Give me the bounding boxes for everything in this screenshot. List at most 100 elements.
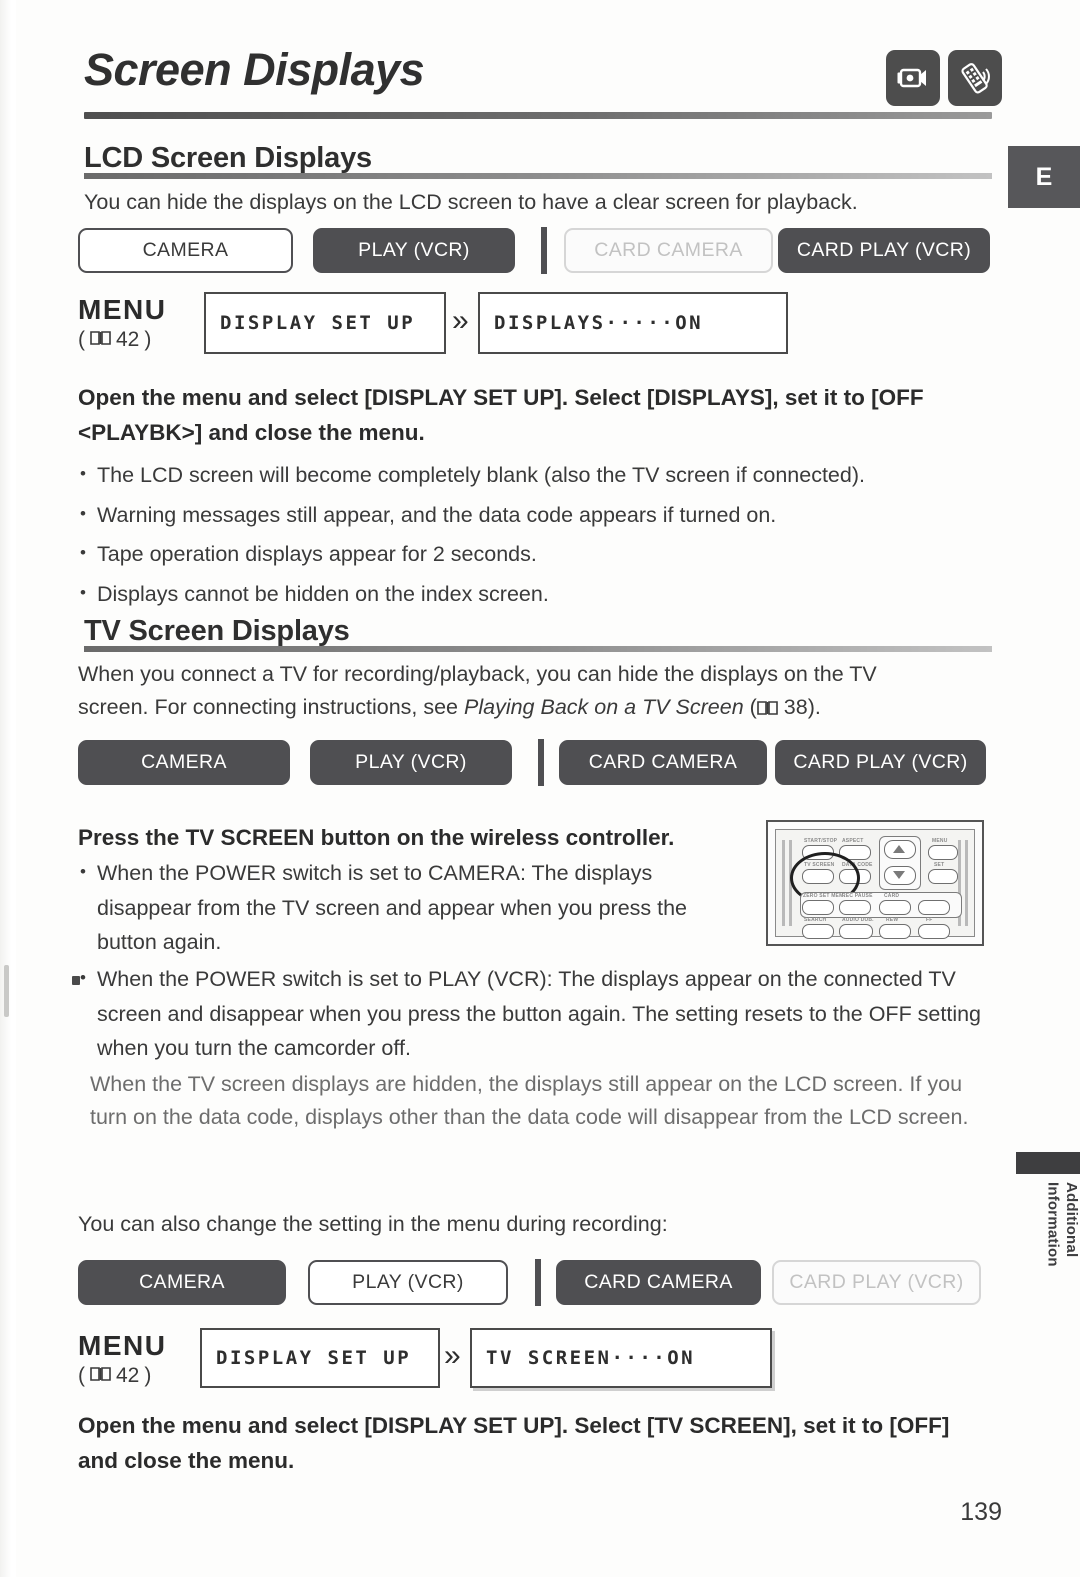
menu-left-box-display-set-up: DISPLAY SET UP bbox=[204, 292, 446, 354]
remote-button-fast-forward[interactable] bbox=[918, 924, 950, 939]
menu-arrow-icon: » bbox=[444, 1339, 461, 1372]
tv-intro-line2: screen. For connecting instructions, see… bbox=[78, 691, 990, 724]
menu-arrow-icon: » bbox=[452, 304, 469, 337]
tv-bullet-play-continued: When the TV screen displays are hidden, … bbox=[90, 1072, 969, 1129]
remote-body: START/STOP ASPECT MENU TV SCREEN DATA CO… bbox=[775, 829, 975, 939]
tv-intro-cross-reference-title: Playing Back on a TV Screen bbox=[464, 695, 744, 719]
remote-rail-right bbox=[965, 840, 968, 926]
mode-button-play-vcr[interactable]: PLAY (VCR) bbox=[310, 740, 512, 785]
mode-button-camera[interactable]: CAMERA bbox=[78, 740, 290, 785]
wireless-controller-illustration: START/STOP ASPECT MENU TV SCREEN DATA CO… bbox=[766, 820, 984, 946]
page-title: Screen Displays bbox=[84, 44, 425, 95]
mode-button-camera[interactable]: CAMERA bbox=[78, 228, 293, 273]
remote-button-label-rec-pause: REC PAUSE bbox=[842, 893, 873, 899]
tv-step-instruction: Press the TV SCREEN button on the wirele… bbox=[78, 825, 675, 850]
mode-row-divider bbox=[535, 1259, 541, 1306]
scan-margin-mark bbox=[4, 965, 9, 1017]
remote-button-search[interactable] bbox=[802, 924, 834, 939]
section-rule-lcd bbox=[84, 173, 992, 179]
mode-button-card-camera[interactable]: CARD CAMERA bbox=[556, 1260, 761, 1305]
list-item: Displays cannot be hidden on the index s… bbox=[78, 576, 990, 612]
scan-edge-artifact bbox=[0, 0, 16, 1577]
menu-ref-number: 42 bbox=[116, 328, 140, 351]
section-heading-tv: TV Screen Displays bbox=[84, 615, 350, 647]
section-heading-lcd: LCD Screen Displays bbox=[84, 142, 372, 174]
remote-button-label-fast-forward: FF bbox=[926, 917, 933, 923]
lcd-step-instruction: Open the menu and select [DISPLAY SET UP… bbox=[78, 385, 924, 445]
list-item: Tape operation displays appear for 2 sec… bbox=[78, 536, 990, 572]
mode-row-divider bbox=[538, 739, 544, 786]
list-item: When the POWER switch is set to PLAY (VC… bbox=[78, 961, 990, 1066]
title-divider bbox=[84, 112, 992, 119]
chevron-up-icon bbox=[893, 845, 905, 853]
mode-button-card-play-vcr[interactable]: CARD PLAY (VCR) bbox=[772, 1260, 981, 1305]
mode-button-camera[interactable]: CAMERA bbox=[78, 1260, 286, 1305]
remote-button-label-aspect: ASPECT bbox=[842, 838, 864, 844]
menu-ref-number: 42 bbox=[116, 1364, 140, 1387]
book-icon bbox=[90, 1364, 111, 1388]
menu-right-box-tv-screen-on: TV SCREEN····ON bbox=[470, 1328, 772, 1388]
remote-button-label-menu: MENU bbox=[932, 838, 948, 844]
chevron-down-icon bbox=[893, 871, 905, 879]
tv-intro-page-number: 38 bbox=[783, 695, 808, 719]
remote-button-card-minus[interactable] bbox=[879, 900, 911, 915]
paren-close: ) bbox=[144, 1364, 152, 1387]
book-icon bbox=[756, 691, 778, 724]
remote-button-label-zero-set-mem: ZERO SET MEM. bbox=[803, 893, 846, 899]
tv-bullet-play: When the POWER switch is set to PLAY (VC… bbox=[78, 961, 990, 1071]
mode-button-card-camera[interactable]: CARD CAMERA bbox=[559, 740, 767, 785]
list-item: The LCD screen will become completely bl… bbox=[78, 457, 990, 493]
tv-intro-paren-close: ). bbox=[807, 695, 821, 719]
section-tab-bar bbox=[1016, 1152, 1080, 1174]
wireless-controller-icon bbox=[948, 50, 1002, 106]
tv-bullet-camera: When the POWER switch is set to CAMERA: … bbox=[78, 855, 748, 965]
list-item: When the POWER switch is set to CAMERA: … bbox=[78, 855, 748, 960]
remote-button-menu[interactable] bbox=[928, 845, 958, 860]
header-icon-group bbox=[886, 50, 1002, 106]
tv-intro-line2-lead: screen. For connecting instructions, see bbox=[78, 695, 464, 719]
list-item: Warning messages still appear, and the d… bbox=[78, 497, 990, 533]
paren-close: ) bbox=[144, 328, 152, 351]
tv-intro-paren-open: ( bbox=[743, 695, 757, 719]
menu-label: MENU bbox=[78, 1330, 167, 1361]
lcd-intro-text: You can hide the displays on the LCD scr… bbox=[84, 190, 858, 214]
lcd-bullet-list: The LCD screen will become completely bl… bbox=[78, 457, 990, 616]
section-rule-tv bbox=[84, 646, 992, 652]
menu-right-box-displays-on: DISPLAYS·····ON bbox=[478, 292, 788, 354]
remote-button-card-plus[interactable] bbox=[918, 900, 950, 915]
menu-block-tv-screen: MENU ( 42 ) DISPLAY SET UP » TV SCREEN··… bbox=[78, 1328, 778, 1388]
menu-block-displays: MENU ( 42 ) DISPLAY SET UP » DISPLAYS···… bbox=[78, 292, 788, 354]
language-tab-e: E bbox=[1008, 146, 1080, 208]
mode-button-card-play-vcr[interactable]: CARD PLAY (VCR) bbox=[778, 228, 990, 273]
menu-intro-text: You can also change the setting in the m… bbox=[78, 1212, 668, 1236]
remote-button-label-set: SET bbox=[934, 862, 945, 868]
paren-open: ( bbox=[78, 1364, 85, 1387]
mode-button-card-camera[interactable]: CARD CAMERA bbox=[564, 228, 773, 273]
manual-page: Screen Displays E Additional Information… bbox=[0, 0, 1080, 1577]
mode-button-play-vcr[interactable]: PLAY (VCR) bbox=[308, 1260, 508, 1305]
tv-menu-step-instruction: Open the menu and select [DISPLAY SET UP… bbox=[78, 1413, 950, 1473]
mode-row-tv-menu: CAMERA PLAY (VCR) CARD CAMERA CARD PLAY … bbox=[78, 1259, 990, 1306]
remote-button-rewind[interactable] bbox=[879, 924, 911, 939]
menu-left-box-display-set-up: DISPLAY SET UP bbox=[200, 1328, 440, 1388]
menu-label: MENU bbox=[78, 294, 167, 325]
mode-button-card-play-vcr[interactable]: CARD PLAY (VCR) bbox=[775, 740, 986, 785]
remote-button-rec-pause[interactable] bbox=[839, 900, 871, 915]
mode-button-play-vcr[interactable]: PLAY (VCR) bbox=[313, 228, 515, 273]
paren-open: ( bbox=[78, 328, 85, 351]
lcd-screen-icon bbox=[886, 50, 940, 106]
section-tab-label: Additional Information bbox=[1044, 1182, 1080, 1267]
remote-button-label-start-stop: START/STOP bbox=[804, 838, 838, 844]
menu-page-reference: ( 42 ) bbox=[78, 1364, 151, 1388]
section-tab-additional-information: Additional Information bbox=[1008, 1152, 1080, 1330]
remote-button-audio-dub[interactable] bbox=[839, 924, 873, 939]
remote-button-set[interactable] bbox=[928, 869, 958, 884]
remote-button-label-rewind: REW bbox=[886, 917, 899, 923]
remote-button-label-search: SEARCH bbox=[804, 917, 827, 923]
remote-button-label-audio-dub: AUDIO DUB. bbox=[842, 917, 874, 923]
remote-rail-left bbox=[782, 840, 785, 926]
mode-row-divider bbox=[541, 227, 547, 274]
remote-button-zero-set-mem[interactable] bbox=[802, 900, 834, 915]
mode-row-lcd: CAMERA PLAY (VCR) CARD CAMERA CARD PLAY … bbox=[78, 227, 990, 274]
tv-intro-line1: When you connect a TV for recording/play… bbox=[78, 662, 877, 686]
